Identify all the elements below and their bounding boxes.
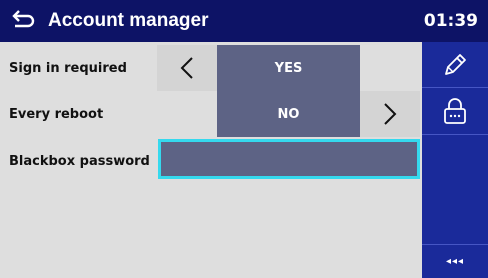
- title-bar: Account manager 01:39: [0, 0, 488, 42]
- setting-row-every-reboot: Every reboot NO: [0, 91, 422, 139]
- chevron-right-icon: [384, 103, 397, 125]
- settings-panel: Sign in required YES Every reboot NO Bla…: [0, 42, 422, 278]
- more-options-button[interactable]: ◂◂◂: [422, 244, 488, 278]
- lock-button[interactable]: [422, 88, 488, 135]
- previous-value-button[interactable]: [157, 45, 217, 91]
- setting-row-sign-in-required: Sign in required YES: [0, 45, 422, 93]
- edit-button[interactable]: [422, 42, 488, 88]
- clock: 01:39: [423, 11, 478, 31]
- pencil-icon: [445, 53, 466, 75]
- sidebar: ◂◂◂: [422, 42, 488, 278]
- back-arrow-icon[interactable]: [10, 8, 36, 32]
- setting-label: Blackbox password: [9, 154, 150, 169]
- chevron-left-icon: [180, 57, 193, 79]
- lock-icon: [444, 98, 466, 124]
- setting-row-blackbox-password: Blackbox password: [0, 138, 422, 186]
- next-value-button[interactable]: [360, 91, 420, 137]
- setting-label: Every reboot: [9, 107, 104, 122]
- setting-label: Sign in required: [9, 61, 127, 76]
- blackbox-password-field[interactable]: [158, 139, 420, 179]
- page-title: Account manager: [48, 10, 209, 31]
- setting-value[interactable]: YES: [217, 45, 360, 91]
- setting-value[interactable]: NO: [217, 91, 360, 137]
